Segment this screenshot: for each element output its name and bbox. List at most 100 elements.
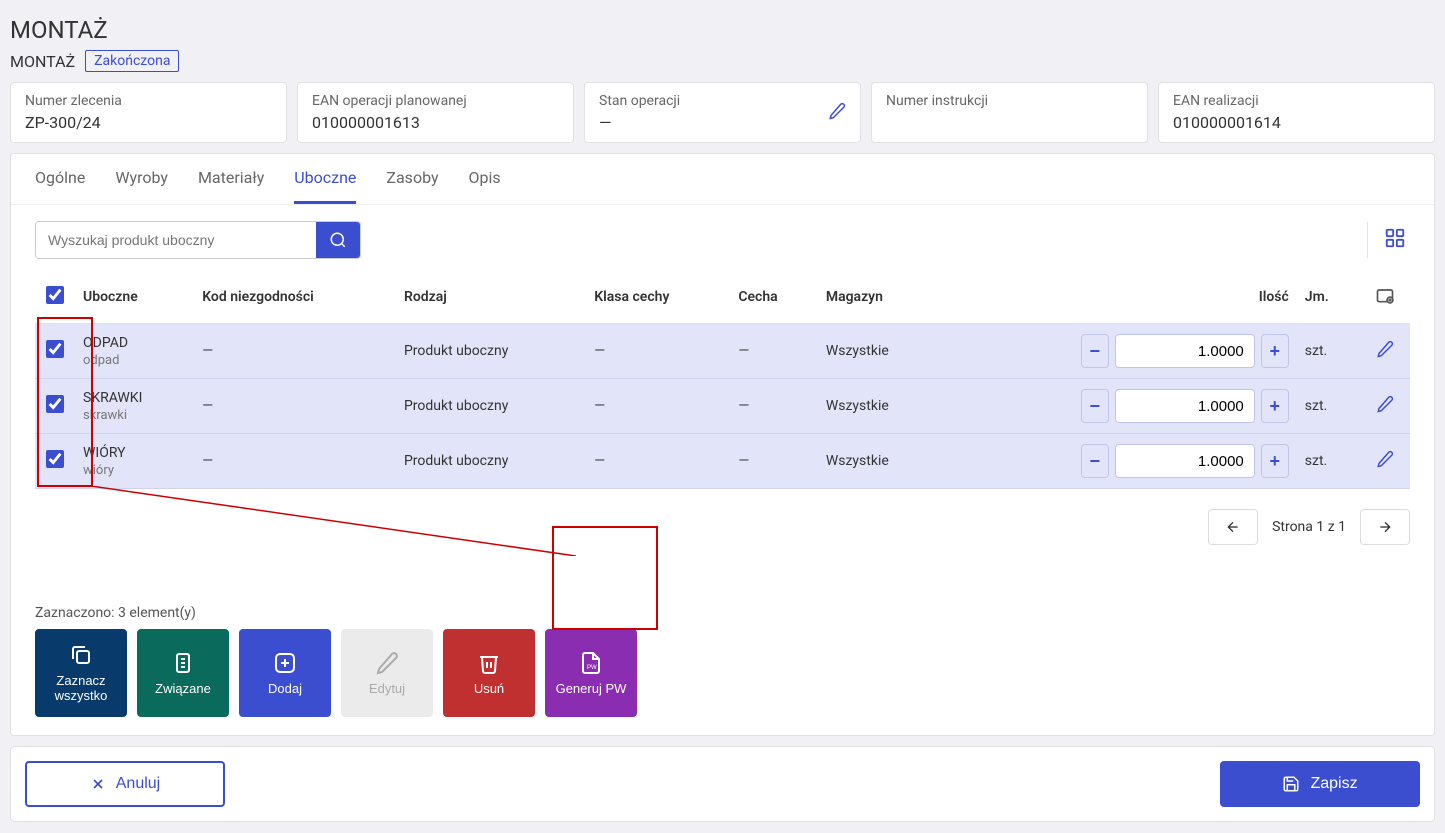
byproducts-table: Uboczne Kod niezgodności Rodzaj Klasa ce… bbox=[35, 271, 1410, 489]
search-button[interactable] bbox=[316, 222, 360, 258]
cell-kod: — bbox=[194, 379, 396, 434]
edit-button: Edytuj bbox=[341, 629, 433, 717]
save-button[interactable]: Zapisz bbox=[1220, 761, 1420, 807]
edit-row-button[interactable] bbox=[1376, 401, 1394, 417]
cell-rodzaj: Produkt uboczny bbox=[396, 379, 586, 434]
increment-button[interactable]: + bbox=[1261, 334, 1289, 368]
tabs: Ogólne Wyroby Materiały Uboczne Zasoby O… bbox=[11, 154, 1434, 205]
cell-jm: szt. bbox=[1297, 379, 1360, 434]
cell-rodzaj: Produkt uboczny bbox=[396, 324, 586, 379]
cell-klasa: — bbox=[586, 324, 730, 379]
tab-ogolne[interactable]: Ogólne bbox=[35, 154, 85, 204]
quantity-input[interactable] bbox=[1115, 444, 1255, 478]
row-checkbox[interactable] bbox=[46, 395, 64, 413]
quantity-input[interactable] bbox=[1115, 389, 1255, 423]
select-all-checkbox[interactable] bbox=[46, 286, 64, 304]
cell-rodzaj: Produkt uboczny bbox=[396, 434, 586, 489]
product-name: SKRAWKI bbox=[83, 390, 186, 406]
cell-cecha: — bbox=[730, 324, 817, 379]
cell-magazyn: Wszystkie bbox=[818, 379, 943, 434]
pencil-icon[interactable] bbox=[828, 102, 846, 124]
page-indicator: Strona 1 z 1 bbox=[1272, 519, 1346, 535]
cell-jm: szt. bbox=[1297, 324, 1360, 379]
cell-kod: — bbox=[194, 324, 396, 379]
card-label: EAN realizacji bbox=[1173, 93, 1420, 109]
decrement-button[interactable]: − bbox=[1081, 444, 1109, 478]
related-button[interactable]: Związane bbox=[137, 629, 229, 717]
col-ilosc: Ilość bbox=[943, 271, 1297, 324]
pagination: Strona 1 z 1 bbox=[1208, 509, 1410, 545]
separator bbox=[1367, 222, 1368, 258]
cell-kod: — bbox=[194, 434, 396, 489]
edit-row-button[interactable] bbox=[1376, 346, 1394, 362]
card-value: ZP-300/24 bbox=[25, 113, 272, 132]
selected-count: Zaznaczono: 3 element(y) bbox=[35, 605, 1410, 621]
cell-klasa: — bbox=[586, 434, 730, 489]
col-rodzaj: Rodzaj bbox=[396, 271, 586, 324]
search-input[interactable] bbox=[36, 222, 316, 258]
settings-icon[interactable] bbox=[1375, 293, 1395, 309]
col-klasa: Klasa cechy bbox=[586, 271, 730, 324]
increment-button[interactable]: + bbox=[1261, 444, 1289, 478]
quantity-input[interactable] bbox=[1115, 334, 1255, 368]
prev-page-button[interactable] bbox=[1208, 509, 1258, 545]
card-label: Stan operacji bbox=[599, 93, 846, 109]
next-page-button[interactable] bbox=[1360, 509, 1410, 545]
page-title: MONTAŻ bbox=[10, 10, 1435, 50]
product-subtitle: skrawki bbox=[83, 408, 186, 423]
close-icon bbox=[90, 776, 106, 792]
table-row[interactable]: ODPAD odpad — Produkt uboczny — — Wszystk… bbox=[35, 324, 1410, 379]
col-kod: Kod niezgodności bbox=[194, 271, 396, 324]
table-row[interactable]: SKRAWKI skrawki — Produkt uboczny — — Wsz… bbox=[35, 379, 1410, 434]
cell-cecha: — bbox=[730, 379, 817, 434]
cell-klasa: — bbox=[586, 379, 730, 434]
table-row[interactable]: WIÓRY wióry — Produkt uboczny — — Wszystk… bbox=[35, 434, 1410, 489]
card-ean-planned: EAN operacji planowanej 010000001613 bbox=[297, 82, 574, 143]
product-name: WIÓRY bbox=[83, 445, 186, 461]
card-value: 010000001613 bbox=[312, 113, 559, 132]
decrement-button[interactable]: − bbox=[1081, 334, 1109, 368]
search-group bbox=[35, 221, 361, 259]
delete-button[interactable]: Usuń bbox=[443, 629, 535, 717]
search-icon bbox=[329, 231, 347, 249]
cancel-button[interactable]: Anuluj bbox=[25, 761, 225, 807]
edit-row-button[interactable] bbox=[1376, 456, 1394, 472]
tab-zasoby[interactable]: Zasoby bbox=[386, 154, 438, 204]
add-button[interactable]: Dodaj bbox=[239, 629, 331, 717]
col-jm: Jm. bbox=[1297, 271, 1360, 324]
tab-opis[interactable]: Opis bbox=[469, 154, 501, 204]
page-subtitle: MONTAŻ bbox=[10, 52, 75, 71]
decrement-button[interactable]: − bbox=[1081, 389, 1109, 423]
product-subtitle: wióry bbox=[83, 463, 186, 478]
tab-wyroby[interactable]: Wyroby bbox=[115, 154, 168, 204]
col-uboczne: Uboczne bbox=[75, 271, 194, 324]
card-instruction-number: Numer instrukcji bbox=[871, 82, 1148, 143]
col-cecha: Cecha bbox=[730, 271, 817, 324]
row-checkbox[interactable] bbox=[46, 450, 64, 468]
cell-magazyn: Wszystkie bbox=[818, 434, 943, 489]
col-magazyn: Magazyn bbox=[818, 271, 943, 324]
grid-view-icon[interactable] bbox=[1380, 223, 1410, 257]
svg-text:PW: PW bbox=[587, 665, 597, 671]
card-ean-realization: EAN realizacji 010000001614 bbox=[1158, 82, 1435, 143]
cell-jm: szt. bbox=[1297, 434, 1360, 489]
product-subtitle: odpad bbox=[83, 353, 186, 368]
status-badge: Zakończona bbox=[85, 50, 179, 72]
cell-magazyn: Wszystkie bbox=[818, 324, 943, 379]
tab-materialy[interactable]: Materiały bbox=[198, 154, 264, 204]
card-value: — bbox=[599, 113, 846, 132]
card-order-number: Numer zlecenia ZP-300/24 bbox=[10, 82, 287, 143]
row-checkbox[interactable] bbox=[46, 340, 64, 358]
card-value: 010000001614 bbox=[1173, 113, 1420, 132]
select-all-button[interactable]: Zaznacz wszystko bbox=[35, 629, 127, 717]
tab-uboczne[interactable]: Uboczne bbox=[294, 154, 356, 204]
card-label: Numer zlecenia bbox=[25, 93, 272, 109]
increment-button[interactable]: + bbox=[1261, 389, 1289, 423]
card-operation-state[interactable]: Stan operacji — bbox=[584, 82, 861, 143]
cell-cecha: — bbox=[730, 434, 817, 489]
generate-pw-button[interactable]: PWGeneruj PW bbox=[545, 629, 637, 717]
product-name: ODPAD bbox=[83, 335, 186, 351]
save-icon bbox=[1282, 775, 1300, 793]
card-label: EAN operacji planowanej bbox=[312, 93, 559, 109]
card-label: Numer instrukcji bbox=[886, 93, 1133, 109]
